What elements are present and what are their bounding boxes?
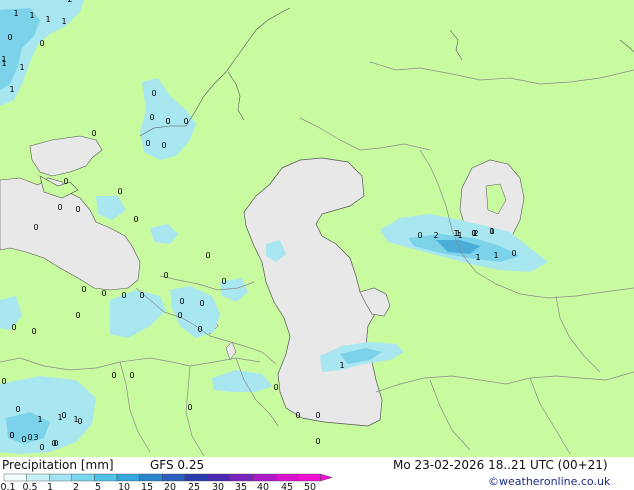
precip-value-label: 0	[199, 299, 204, 308]
precip-value-label: 0	[165, 117, 170, 126]
precip-value-label: 1	[37, 415, 42, 424]
precip-value-label: 0	[117, 187, 122, 196]
model-name: GFS 0.25	[150, 458, 205, 472]
precip-value-label: 1	[61, 17, 66, 26]
precip-value-label: 0	[75, 205, 80, 214]
precip-value-label: 1	[9, 85, 14, 94]
legend-swatch	[275, 473, 299, 482]
precip-value-label: 0	[221, 277, 226, 286]
legend-tick-label: 40	[257, 482, 269, 490]
precip-value-label: 0	[151, 89, 156, 98]
precip-value-label: 1	[457, 231, 462, 240]
legend-swatch	[3, 473, 27, 482]
precip-value-label: 0	[9, 431, 14, 440]
precip-value-label: 0	[129, 371, 134, 380]
precip-value-label: 1	[57, 413, 62, 422]
precip-value-label: 0	[273, 383, 278, 392]
legend-swatch	[116, 473, 140, 482]
legend-swatch	[184, 473, 208, 482]
precipitation-map: 1111120011100000000000000000000000000010…	[0, 0, 634, 490]
precip-value-label: 3	[33, 433, 38, 442]
precip-value-label: 0	[1, 377, 6, 386]
precip-value-label: 0	[145, 139, 150, 148]
legend-swatch	[49, 473, 73, 482]
precip-value-label: 1	[73, 415, 78, 424]
precip-value-label: 0	[91, 129, 96, 138]
precip-value-label: 0	[15, 405, 20, 414]
precip-value-label: 0	[471, 229, 476, 238]
legend-swatch	[207, 473, 231, 482]
precip-value-label: 1	[29, 11, 34, 20]
precip-value-label: 0	[27, 433, 32, 442]
precip-value-label: 0	[315, 437, 320, 446]
precip-value-label: 0	[161, 141, 166, 150]
precip-value-label: 0	[39, 443, 44, 452]
precip-value-label: 0	[33, 223, 38, 232]
legend-colorbar	[3, 473, 334, 482]
legend-tick-label: 50	[304, 482, 316, 490]
precip-value-label: 0	[149, 113, 154, 122]
precip-value-label: 0	[139, 291, 144, 300]
legend-tick-label: 10	[118, 482, 130, 490]
legend-tick-label: 2	[73, 482, 79, 490]
legend-tick-label: 5	[95, 482, 101, 490]
precip-value-label: 0	[39, 39, 44, 48]
legend-swatch	[252, 473, 276, 482]
credit-link[interactable]: ©weatheronline.co.uk	[488, 475, 610, 488]
precip-value-label: 0	[111, 371, 116, 380]
legend-tick-label: 25	[188, 482, 200, 490]
precip-value-label: 1	[339, 361, 344, 370]
precip-value-label: 1	[45, 15, 50, 24]
precip-value-label: 0	[21, 435, 26, 444]
legend-tick-label: 45	[281, 482, 293, 490]
precip-value-label: 0	[295, 411, 300, 420]
precip-value-label: 0	[417, 231, 422, 240]
legend-tick-label: 20	[164, 482, 176, 490]
precip-value-label: 0	[511, 249, 516, 258]
legend-tick-label: 1	[47, 482, 53, 490]
legend-swatch	[71, 473, 95, 482]
legend-tick-label: 0.1	[0, 482, 15, 490]
precip-value-label: 0	[57, 203, 62, 212]
precip-value-label: 0	[183, 117, 188, 126]
precip-value-label: 0	[187, 403, 192, 412]
valid-time: Mo 23-02-2026 18..21 UTC (00+21)	[393, 458, 608, 472]
precip-value-label: 0	[75, 311, 80, 320]
precip-value-label: 1	[19, 63, 24, 72]
precip-value-label: 0	[31, 327, 36, 336]
legend-tick-label: 35	[235, 482, 247, 490]
map-title: Precipitation [mm]	[2, 458, 114, 472]
legend-swatch	[161, 473, 185, 482]
precip-value-label: 0	[121, 291, 126, 300]
precip-value-label: 0	[197, 325, 202, 334]
precip-value-label: 1	[1, 59, 6, 68]
precip-value-label: 0	[101, 289, 106, 298]
precip-value-label: 0	[7, 33, 12, 42]
precip-value-label: 0	[163, 271, 168, 280]
precip-value-label: 1	[13, 9, 18, 18]
precip-value-label: 0	[179, 297, 184, 306]
legend-swatch	[94, 473, 118, 482]
precip-value-label: 0	[489, 227, 494, 236]
legend-swatch	[26, 473, 50, 482]
legend-tick-label: 30	[212, 482, 224, 490]
precip-value-label: 0	[133, 215, 138, 224]
precip-value-label: 0	[63, 177, 68, 186]
precip-value-label: 0	[177, 311, 182, 320]
legend-tick-label: 15	[141, 482, 153, 490]
legend-tick-label: 0.5	[22, 482, 37, 490]
precip-value-label: 1	[475, 253, 480, 262]
legend-swatch	[229, 473, 253, 482]
precip-value-label: 0	[53, 439, 58, 448]
precip-value-label: 2	[67, 0, 72, 4]
precip-value-label: 1	[493, 251, 498, 260]
legend-swatch	[139, 473, 163, 482]
legend-swatch	[297, 473, 321, 482]
precip-value-label: 0	[205, 251, 210, 260]
precip-value-label: 0	[315, 411, 320, 420]
precip-value-label: 2	[433, 231, 438, 240]
precip-value-label: 0	[11, 323, 16, 332]
precip-value-label: 0	[81, 285, 86, 294]
